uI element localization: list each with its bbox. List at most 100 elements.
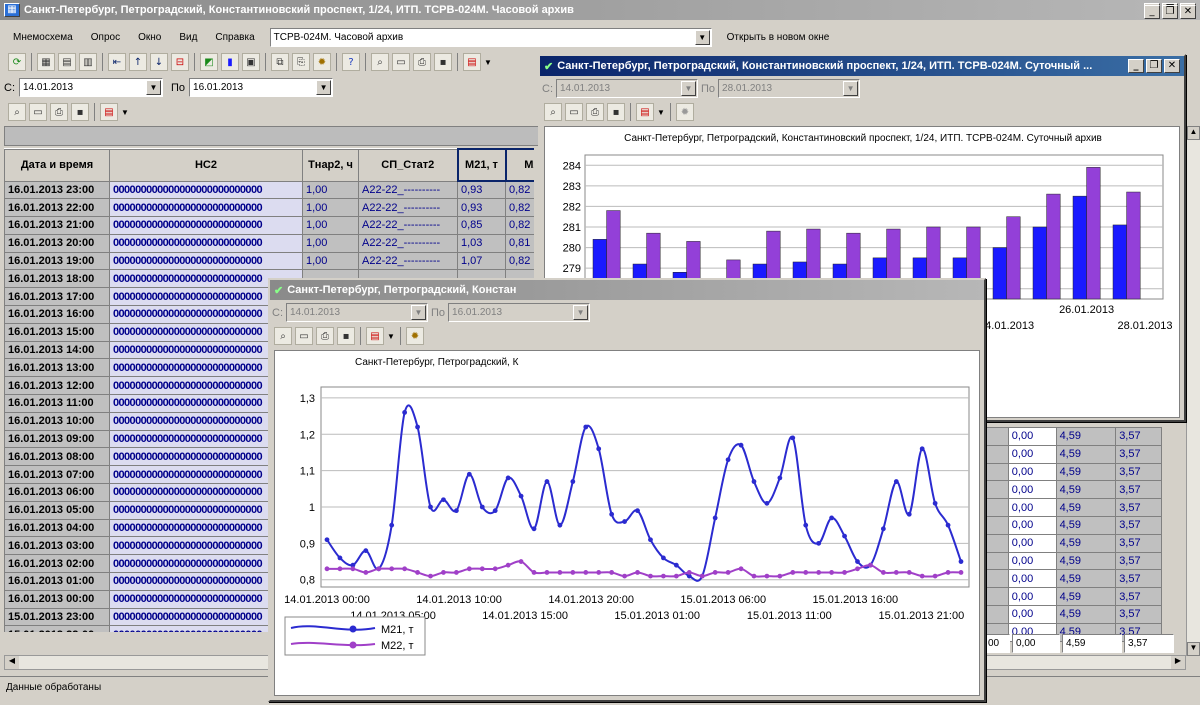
table-row[interactable]: 0,00 4,59 3,57 xyxy=(984,480,1162,500)
print-icon[interactable]: ⎙ xyxy=(50,103,68,121)
first-page-icon[interactable]: ⇤ xyxy=(108,53,126,71)
table-row[interactable]: 0,00 4,59 3,57 xyxy=(984,533,1162,553)
save-icon[interactable]: ▪ xyxy=(607,103,625,121)
data-point-m22 xyxy=(363,570,369,575)
column-header-m22[interactable]: М22 xyxy=(504,148,534,182)
export-icon[interactable]: ▤ xyxy=(636,103,654,121)
print-icon[interactable]: ⎙ xyxy=(586,103,604,121)
datetime-cell: 16.01.2013 15:00 xyxy=(4,322,110,342)
next-page-icon[interactable]: ↓ xyxy=(150,53,168,71)
print-icon[interactable]: ⎙ xyxy=(316,327,334,345)
table-row[interactable]: 16.01.2013 23:00 000000000000000000000000… xyxy=(4,180,534,200)
archive-select[interactable]: ТСРВ-024М. Часовой архив ▼ xyxy=(269,27,712,47)
hourly-date-from-picker[interactable]: 14.01.2013 ▼ xyxy=(286,303,428,322)
value-cell xyxy=(984,480,1009,500)
export-dropdown-icon[interactable]: ▤ xyxy=(463,53,481,71)
chevron-down-icon[interactable]: ▼ xyxy=(121,108,129,117)
table-row[interactable]: 0,00 4,59 3,57 xyxy=(984,498,1162,517)
column-header-datetime[interactable]: Дата и время xyxy=(4,148,110,182)
export-icon[interactable]: ▤ xyxy=(366,327,384,345)
table-row[interactable]: 16.01.2013 19:00 000000000000000000000000… xyxy=(4,251,534,271)
settings-icon[interactable]: ✹ xyxy=(675,103,694,121)
preview-icon[interactable]: ⌕ xyxy=(544,103,562,121)
menu-view[interactable]: Вид xyxy=(170,32,206,43)
refresh-icon[interactable]: ⟳ xyxy=(8,53,26,71)
menu-help[interactable]: Справка xyxy=(206,32,263,43)
chart-icon[interactable]: ◩ xyxy=(200,53,218,71)
column-header-m21[interactable]: М21, т xyxy=(456,148,507,182)
bar-chart-icon[interactable]: ▮ xyxy=(221,53,239,71)
table-icon[interactable]: ▣ xyxy=(242,53,260,71)
settings-icon[interactable]: ✹ xyxy=(405,327,424,345)
chevron-down-icon[interactable]: ▼ xyxy=(484,58,492,67)
help-icon[interactable]: ? xyxy=(342,53,360,71)
grid-clear-icon[interactable]: ▥ xyxy=(79,53,97,71)
close-button[interactable]: ✕ xyxy=(1164,59,1180,73)
value-cell: 3,57 xyxy=(1115,551,1162,571)
page-setup-icon[interactable]: ▭ xyxy=(29,103,47,121)
mdi-restore-button[interactable]: ❐ xyxy=(1162,5,1178,19)
menu-window[interactable]: Окно xyxy=(129,32,170,43)
save-icon[interactable]: ▪ xyxy=(337,327,355,345)
scroll-down-icon[interactable]: ▼ xyxy=(1187,642,1200,656)
restore-button[interactable]: ❐ xyxy=(1146,59,1162,73)
plot-area xyxy=(320,386,970,588)
menu-mnemoscheme[interactable]: Мнемосхема xyxy=(4,32,82,43)
scroll-left-icon[interactable]: ◀ xyxy=(5,656,19,669)
vertical-scrollbar[interactable]: ▲ ▼ xyxy=(1186,126,1200,656)
preview-icon[interactable]: ⌕ xyxy=(274,327,292,345)
column-header-tnar2[interactable]: Тнар2, ч xyxy=(302,148,359,182)
daily-date-from-picker[interactable]: 14.01.2013 ▼ xyxy=(556,79,698,98)
print-icon[interactable]: ⎙ xyxy=(413,53,431,71)
scroll-up-icon[interactable]: ▲ xyxy=(1187,126,1200,140)
column-header-sp-stat2[interactable]: СП_Стат2 xyxy=(358,148,458,182)
page-setup-icon[interactable]: ▭ xyxy=(565,103,583,121)
table-row[interactable]: 16.01.2013 22:00 000000000000000000000000… xyxy=(4,198,534,218)
value-cell: 4,59 xyxy=(1055,604,1117,624)
save-icon[interactable]: ▪ xyxy=(434,53,452,71)
date-from-picker[interactable]: 14.01.2013 ▼ xyxy=(19,78,163,97)
table-row[interactable]: 0,00 4,59 3,57 xyxy=(984,551,1162,571)
grid-select-icon[interactable]: ▤ xyxy=(58,53,76,71)
daily-date-to-picker[interactable]: 28.01.2013 ▼ xyxy=(718,79,861,98)
table-row[interactable]: 0,00 4,59 3,57 xyxy=(984,427,1162,446)
scroll-right-icon[interactable]: ▶ xyxy=(1171,656,1185,669)
windows-icon[interactable]: ⧉ xyxy=(271,53,289,71)
save-icon[interactable]: ▪ xyxy=(71,103,89,121)
open-new-window-button[interactable]: Открыть в новом окне xyxy=(718,32,839,43)
column-header-ns2[interactable]: НС2 xyxy=(109,148,303,182)
table-row[interactable]: 0,00 4,59 3,57 xyxy=(984,515,1162,535)
minimize-button[interactable]: _ xyxy=(1128,59,1144,73)
export-icon[interactable]: ⎘ xyxy=(292,53,310,71)
datetime-cell: 16.01.2013 08:00 xyxy=(4,447,110,467)
page-setup-icon[interactable]: ▭ xyxy=(295,327,313,345)
date-to-picker[interactable]: 16.01.2013 ▼ xyxy=(189,78,334,97)
prev-page-icon[interactable]: ↑ xyxy=(129,53,147,71)
data-point-m22 xyxy=(648,573,653,579)
preview-icon[interactable]: ⌕ xyxy=(8,103,26,121)
table-row[interactable]: 0,00 4,59 3,57 xyxy=(984,587,1162,606)
mdi-minimize-button[interactable]: _ xyxy=(1144,5,1160,19)
hourly-chart-area: Санкт-Петербург, Петроградский, К 0,8 0,9 1… xyxy=(274,350,980,696)
export-icon[interactable]: ▤ xyxy=(100,103,118,121)
preview-icon[interactable]: ⌕ xyxy=(371,53,389,71)
page-setup-icon[interactable]: ▭ xyxy=(392,53,410,71)
table-row[interactable]: 0,00 4,59 3,57 xyxy=(984,569,1162,589)
hourly-date-to-picker[interactable]: 16.01.2013 ▼ xyxy=(448,303,591,322)
chevron-down-icon[interactable]: ▼ xyxy=(387,332,395,341)
chevron-down-icon[interactable]: ▼ xyxy=(657,108,665,117)
delete-icon[interactable]: ⊟ xyxy=(171,53,189,71)
table-row[interactable]: 0,00 4,59 3,57 xyxy=(984,604,1162,624)
menu-poll[interactable]: Опрос xyxy=(82,32,129,43)
table-row[interactable]: 0,00 4,59 3,57 xyxy=(984,462,1162,482)
table-row[interactable]: 16.01.2013 21:00 000000000000000000000000… xyxy=(4,216,534,235)
table-row[interactable]: 16.01.2013 20:00 000000000000000000000000… xyxy=(4,233,534,253)
sp-stat2-cell: A22-22_---------- xyxy=(358,180,458,200)
settings-icon[interactable]: ✹ xyxy=(313,53,331,71)
chevron-down-icon: ▼ xyxy=(316,80,332,95)
grid-icon[interactable]: ▦ xyxy=(37,53,55,71)
m21-cell: 0,93 xyxy=(457,198,506,218)
data-point-m21 xyxy=(453,508,459,514)
mdi-close-button[interactable]: ✕ xyxy=(1180,5,1196,19)
table-row[interactable]: 0,00 4,59 3,57 xyxy=(984,444,1162,464)
